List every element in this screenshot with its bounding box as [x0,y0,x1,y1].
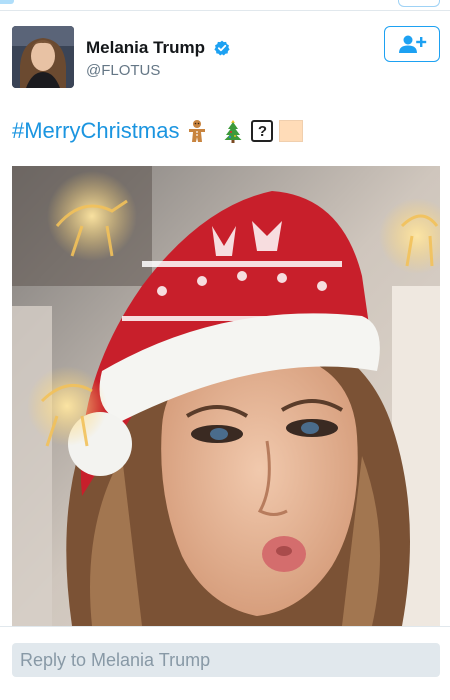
photo-santa-hat-selfie-icon [12,166,440,626]
profile-photo-icon [12,26,74,88]
unknown-glyph-icon: ? [251,120,274,142]
christmas-tree-icon [224,120,242,143]
skin-tone-swatch-icon [279,120,304,142]
tweet-header: Melania Trump @FLOTUS [12,26,442,92]
toolbar-stub-right [398,0,440,7]
tweet-detail-screen: Melania Trump @FLOTUS #MerryChristmas ? … [0,0,450,700]
toolbar-stub-left [0,0,14,4]
hashtag-link[interactable]: #MerryChristmas [12,118,179,144]
reply-input[interactable] [12,643,440,677]
avatar[interactable] [12,26,74,88]
author-handle[interactable]: @FLOTUS [86,62,230,79]
author-display-name[interactable]: Melania Trump [86,38,205,58]
tweet-photo[interactable] [12,166,440,626]
follow-button[interactable] [384,26,440,62]
top-toolbar-edge [0,0,450,11]
tweet-text: #MerryChristmas ? [12,118,304,144]
add-user-icon [399,35,427,53]
reply-bar [0,626,450,700]
verified-badge-icon [214,40,231,56]
author-name-block: Melania Trump @FLOTUS [86,38,231,79]
gingerbread-man-icon [189,120,206,142]
